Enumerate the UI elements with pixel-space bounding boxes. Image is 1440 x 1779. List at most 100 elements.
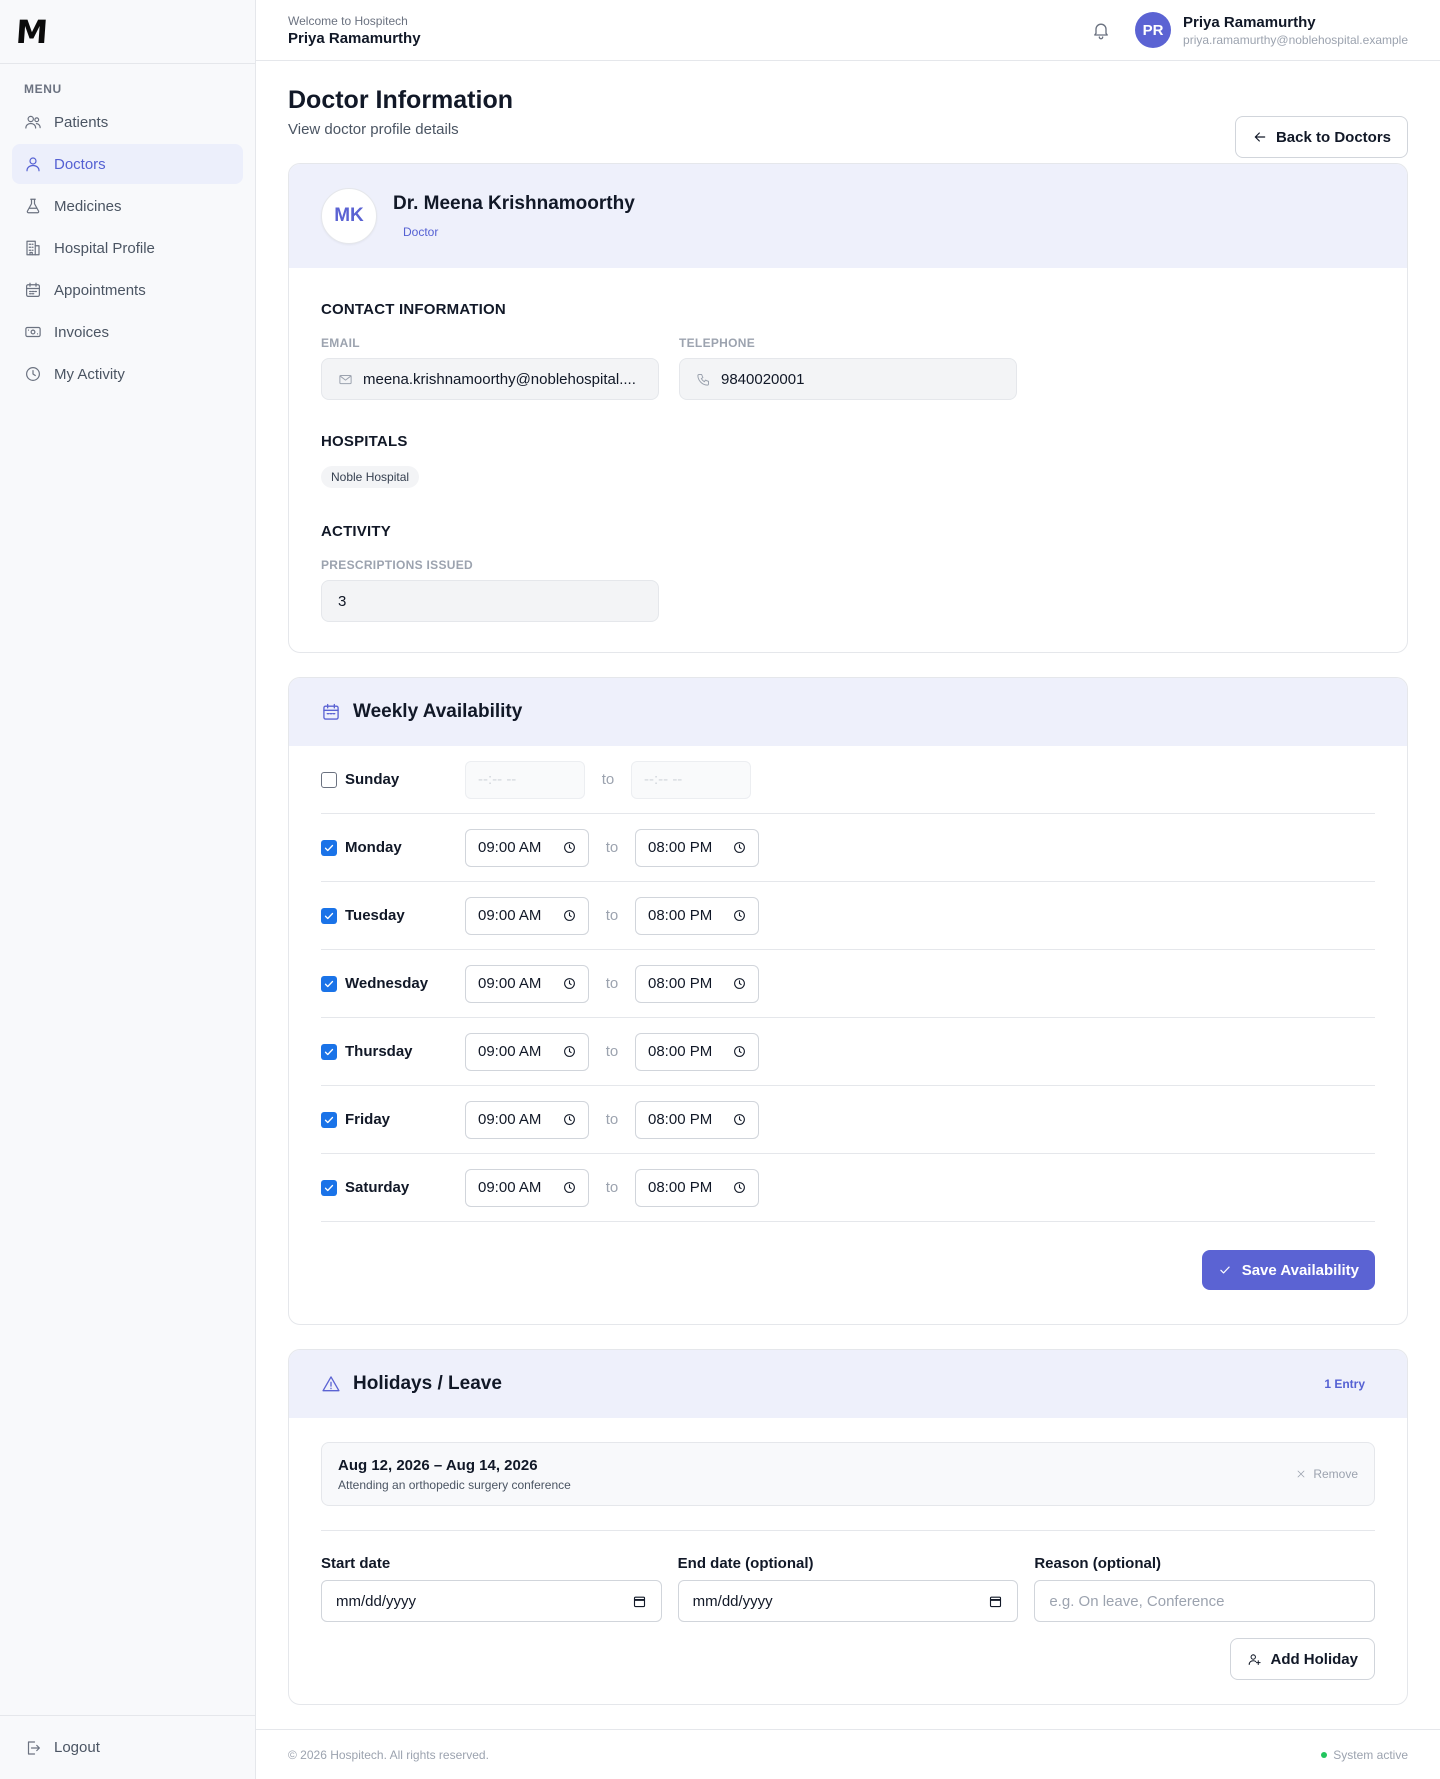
sidebar-item-appointments[interactable]: Appointments <box>12 270 243 310</box>
building-icon <box>26 240 40 256</box>
divider <box>321 1530 1375 1531</box>
end-time-input[interactable]: 08:00 PM <box>635 896 759 935</box>
sidebar-item-patients[interactable]: Patients <box>12 102 243 142</box>
prescriptions-field: 3 <box>321 580 659 622</box>
calendar-icon[interactable] <box>632 1594 647 1609</box>
day-checkbox[interactable] <box>321 1111 337 1128</box>
start-date-field: Start date mm/dd/yyyy <box>321 1555 662 1622</box>
clock-icon <box>564 1182 575 1193</box>
end-time-input[interactable]: 08:00 PM <box>635 1032 759 1071</box>
end-time-input[interactable]: --:-- -- <box>631 760 751 799</box>
day-row-friday: Friday 09:00 AM to 08:00 PM <box>321 1086 1375 1154</box>
check-icon <box>324 912 334 919</box>
sidebar-nav: Patients Doctors Medicines Hospital Prof… <box>0 102 255 394</box>
user-name: Priya Ramamurthy <box>1183 13 1316 31</box>
start-time-input[interactable]: 09:00 AM <box>465 828 589 867</box>
notifications-button[interactable] <box>1091 20 1111 40</box>
holidays-count-badge: 1 Entry <box>1324 1377 1365 1391</box>
start-time-input[interactable]: 09:00 AM <box>465 1168 589 1207</box>
to-label: to <box>605 1111 619 1128</box>
end-date-input[interactable]: mm/dd/yyyy <box>677 1580 1019 1622</box>
sidebar-item-my-activity[interactable]: My Activity <box>12 354 243 394</box>
holiday-dates: Aug 12, 2026 – Aug 14, 2026 <box>338 1456 538 1474</box>
add-holiday-button[interactable]: Add Holiday <box>1230 1638 1375 1680</box>
day-checkbox[interactable] <box>321 839 337 856</box>
holidays-header: Holidays / Leave 1 Entry <box>289 1350 1407 1418</box>
sidebar-item-hospital-profile[interactable]: Hospital Profile <box>12 228 243 268</box>
start-time-input[interactable]: 09:00 AM <box>465 1100 589 1139</box>
footer: © 2026 Hospitech. All rights reserved. S… <box>256 1729 1440 1779</box>
user-info[interactable]: Priya Ramamurthy priya.ramamurthy@nobleh… <box>1183 14 1408 47</box>
sidebar-item-doctors[interactable]: Doctors <box>12 144 243 184</box>
add-holiday-form: Start date mm/dd/yyyy End date (optional… <box>321 1555 1376 1622</box>
bell-icon <box>1094 23 1108 40</box>
doctor-profile-card: MK Dr. Meena Krishnamoorthy Doctor CONTA… <box>288 163 1408 653</box>
sidebar-item-medicines[interactable]: Medicines <box>12 186 243 226</box>
holiday-reason: Attending an orthopedic surgery conferen… <box>338 1477 571 1492</box>
logout-label: Logout <box>54 1739 100 1756</box>
time-value: 09:00 AM <box>478 975 542 992</box>
start-date-input[interactable]: mm/dd/yyyy <box>321 1580 662 1622</box>
user-plus-icon <box>1249 1653 1262 1665</box>
time-value: 09:00 AM <box>478 1043 542 1060</box>
availability-title: Weekly Availability <box>353 701 523 722</box>
check-icon <box>324 1048 334 1055</box>
start-date-value: mm/dd/yyyy <box>336 1592 417 1610</box>
sidebar-item-invoices[interactable]: Invoices <box>12 312 243 352</box>
time-value: 08:00 PM <box>648 1111 713 1128</box>
start-time-input[interactable]: --:-- -- <box>465 760 585 799</box>
page-header: Doctor Information View doctor profile d… <box>288 61 1408 163</box>
start-date-label: Start date <box>321 1555 391 1572</box>
users-icon <box>25 115 41 129</box>
flask-icon <box>26 198 40 214</box>
day-name: Thursday <box>345 1043 413 1060</box>
day-checkbox[interactable] <box>321 907 337 924</box>
copyright-text: © 2026 Hospitech. All rights reserved. <box>288 1747 489 1762</box>
banknote-icon <box>25 326 41 338</box>
page-title: Doctor Information <box>288 86 513 114</box>
day-checkbox[interactable] <box>321 1043 337 1060</box>
alert-triangle-icon <box>322 1376 340 1392</box>
logout-button[interactable]: Logout <box>0 1715 255 1779</box>
start-time-input[interactable]: 09:00 AM <box>465 964 589 1003</box>
calendar-icon[interactable] <box>988 1594 1003 1609</box>
logo[interactable]: M <box>0 0 255 64</box>
remove-holiday-button[interactable]: Remove <box>1295 1467 1358 1481</box>
end-time-input[interactable]: 08:00 PM <box>635 828 759 867</box>
calendar-icon <box>323 703 339 720</box>
day-row-wednesday: Wednesday 09:00 AM to 08:00 PM <box>321 950 1375 1018</box>
top-bar: Welcome to Hospitech Priya Ramamurthy PR… <box>256 0 1440 61</box>
activity-section-title: ACTIVITY <box>321 523 391 540</box>
end-time-input[interactable]: 08:00 PM <box>635 1100 759 1139</box>
telephone-field: 9840020001 <box>679 358 1017 400</box>
prescriptions-value: 3 <box>338 592 347 610</box>
to-label: to <box>605 839 619 856</box>
start-time-input[interactable]: 09:00 AM <box>465 1032 589 1071</box>
day-name: Sunday <box>345 771 400 788</box>
reason-field: Reason (optional) e.g. On leave, Confere… <box>1034 1555 1376 1622</box>
prescriptions-label: PRESCRIPTIONS ISSUED <box>321 558 474 572</box>
doctor-role: Doctor <box>403 225 439 239</box>
day-checkbox[interactable] <box>321 975 337 992</box>
clock-icon <box>564 842 575 853</box>
day-row-sunday: Sunday --:-- -- to --:-- -- <box>321 746 1375 814</box>
back-to-doctors-button[interactable]: Back to Doctors <box>1234 116 1408 158</box>
end-date-value: mm/dd/yyyy <box>692 1592 773 1610</box>
end-time-input[interactable]: 08:00 PM <box>635 1168 759 1207</box>
day-checkbox[interactable] <box>321 1179 337 1196</box>
clock-icon <box>26 367 40 381</box>
contact-section-title: CONTACT INFORMATION <box>321 301 506 318</box>
day-checkbox[interactable] <box>321 771 337 788</box>
avatar[interactable]: PR <box>1135 12 1172 48</box>
to-label: to <box>605 907 619 924</box>
time-value: 08:00 PM <box>648 1043 713 1060</box>
hospitals-section-title: HOSPITALS <box>321 433 408 450</box>
check-icon <box>324 1184 334 1191</box>
clock-icon <box>734 910 745 921</box>
holiday-entry: Aug 12, 2026 – Aug 14, 2026 Attending an… <box>321 1442 1375 1506</box>
start-time-input[interactable]: 09:00 AM <box>465 896 589 935</box>
end-time-input[interactable]: 08:00 PM <box>635 964 759 1003</box>
save-availability-button[interactable]: Save Availability <box>1201 1250 1375 1290</box>
day-row-tuesday: Tuesday 09:00 AM to 08:00 PM <box>321 882 1375 950</box>
reason-input[interactable]: e.g. On leave, Conference <box>1034 1580 1376 1622</box>
